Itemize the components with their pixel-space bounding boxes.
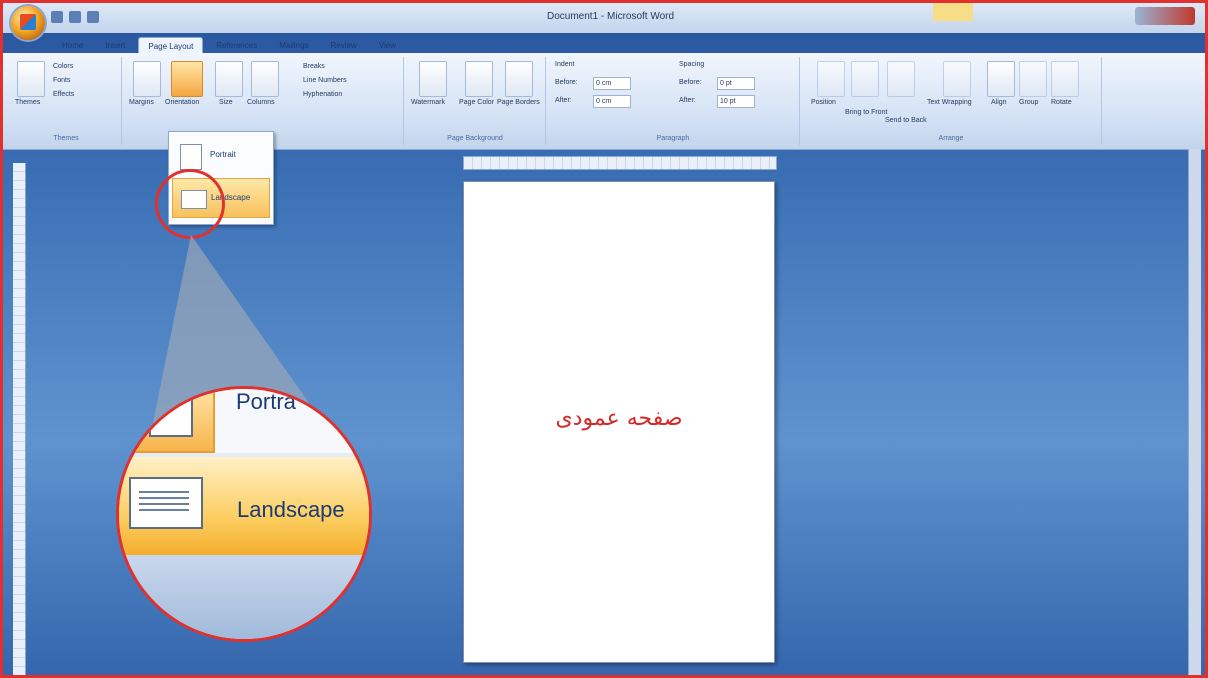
colors-button[interactable]: Colors xyxy=(53,63,73,70)
columns-button[interactable] xyxy=(251,61,279,97)
text-wrapping-label: Text Wrapping xyxy=(927,99,972,106)
save-icon[interactable] xyxy=(51,11,63,23)
horizontal-ruler xyxy=(463,156,777,170)
document-page[interactable]: صفحه عمودی xyxy=(463,181,775,663)
redo-icon[interactable] xyxy=(87,11,99,23)
size-label: Size xyxy=(219,99,233,106)
page-color-label: Page Color xyxy=(459,99,495,106)
indent-label: Indent xyxy=(555,61,575,68)
spacing-after-label: After: xyxy=(679,97,696,104)
window-controls[interactable] xyxy=(1135,7,1195,25)
indent-before-label: Before: xyxy=(555,79,578,86)
indent-after-field[interactable]: 0 cm xyxy=(593,95,631,108)
page-borders-button[interactable] xyxy=(505,61,533,97)
bring-to-front-label: Bring to Front xyxy=(845,109,888,116)
effects-button[interactable]: Effects xyxy=(53,91,74,98)
paragraph-group: Indent Before: 0 cm After: 0 cm Spacing … xyxy=(547,57,800,145)
magnified-portrait-label: Portra xyxy=(236,389,296,414)
office-logo-icon xyxy=(20,14,36,30)
magnified-landscape-icon xyxy=(129,477,203,529)
vertical-ruler xyxy=(13,163,26,675)
breaks-button[interactable]: Breaks xyxy=(303,63,325,70)
paragraph-group-label: Paragraph xyxy=(656,135,690,142)
watermark-label: Watermark xyxy=(411,99,445,106)
align-button[interactable] xyxy=(987,61,1015,97)
rotate-button[interactable] xyxy=(1051,61,1079,97)
position-label: Position xyxy=(811,99,836,106)
page-background-group: Watermark Page Color Page Borders Page B… xyxy=(405,57,546,145)
quick-access-toolbar xyxy=(51,11,99,23)
hyphenation-button[interactable]: Hyphenation xyxy=(303,91,342,98)
themes-button[interactable] xyxy=(17,61,45,97)
themes-group: Themes Colors Fonts Effects Themes xyxy=(11,57,122,145)
align-label: Align xyxy=(991,99,1007,106)
magnified-landscape-row: Landscape xyxy=(119,457,369,555)
themes-group-label: Themes xyxy=(53,135,79,142)
indent-before-field[interactable]: 0 cm xyxy=(593,77,631,90)
vertical-scrollbar[interactable] xyxy=(1188,149,1201,675)
portrait-option-label: Portrait xyxy=(210,150,236,159)
page-color-button[interactable] xyxy=(465,61,493,97)
undo-icon[interactable] xyxy=(69,11,81,23)
indent-after-label: After: xyxy=(555,97,572,104)
spacing-before-field[interactable]: 0 pt xyxy=(717,77,755,90)
position-button[interactable] xyxy=(817,61,845,97)
magnified-portrait-row: Portra xyxy=(119,389,369,453)
page-caption: صفحه عمودی xyxy=(555,406,683,431)
arrange-group-label: Arrange xyxy=(938,135,964,142)
spacing-after-field[interactable]: 10 pt xyxy=(717,95,755,108)
group-button[interactable] xyxy=(1019,61,1047,97)
page-borders-label: Page Borders xyxy=(497,99,540,106)
margins-button[interactable] xyxy=(133,61,161,97)
themes-label: Themes xyxy=(15,99,41,106)
fonts-button[interactable]: Fonts xyxy=(53,77,71,84)
context-tab-indicator xyxy=(933,3,973,21)
highlight-circle xyxy=(155,169,225,239)
group-button-label: Group xyxy=(1019,99,1039,106)
window-title: Document1 - Microsoft Word xyxy=(547,11,675,22)
title-bar: Document1 - Microsoft Word xyxy=(3,3,1205,33)
send-to-back-label: Send to Back xyxy=(885,117,927,124)
line-numbers-button[interactable]: Line Numbers xyxy=(303,77,347,84)
word-window: Document1 - Microsoft Word Home Insert P… xyxy=(0,0,1208,678)
text-wrapping-button[interactable] xyxy=(943,61,971,97)
arrange-group: Position Bring to Front Send to Back Tex… xyxy=(801,57,1102,145)
page-background-group-label: Page Background xyxy=(447,135,503,142)
magnifier-circle: Portra Landscape xyxy=(116,386,372,642)
watermark-button[interactable] xyxy=(419,61,447,97)
size-button[interactable] xyxy=(215,61,243,97)
orientation-label: Orientation xyxy=(165,99,200,106)
office-button[interactable] xyxy=(11,6,45,40)
magnified-portrait-icon xyxy=(119,389,215,453)
orientation-button[interactable] xyxy=(171,61,203,97)
magnified-background xyxy=(119,555,369,639)
margins-label: Margins xyxy=(129,99,154,106)
bring-to-front-button[interactable] xyxy=(851,61,879,97)
rotate-label: Rotate xyxy=(1051,99,1072,106)
spacing-label: Spacing xyxy=(679,61,705,68)
columns-label: Columns xyxy=(247,99,275,106)
send-to-back-button[interactable] xyxy=(887,61,915,97)
magnified-landscape-label: Landscape xyxy=(237,497,345,522)
portrait-page-icon xyxy=(180,144,202,170)
spacing-before-label: Before: xyxy=(679,79,702,86)
